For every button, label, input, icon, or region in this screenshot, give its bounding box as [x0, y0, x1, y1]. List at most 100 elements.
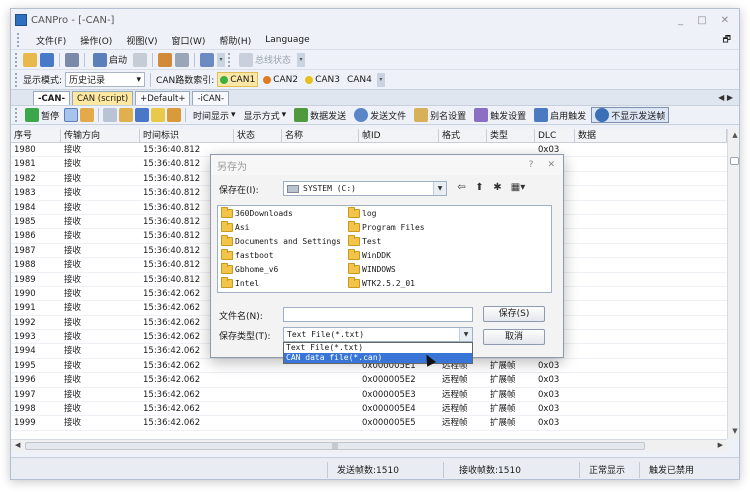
column-header[interactable]: 格式	[439, 129, 487, 142]
menu-view[interactable]: 视图(V)	[126, 34, 157, 47]
toolbar2-overflow-icon[interactable]: ▾	[297, 52, 306, 67]
filter-icon[interactable]	[167, 108, 182, 122]
menu-window[interactable]: 窗口(W)	[172, 34, 206, 47]
vertical-scrollbar[interactable]: ▲ ▼	[727, 129, 739, 439]
up-folder-icon[interactable]: ⬆	[473, 182, 486, 194]
help-icon[interactable]	[200, 52, 215, 67]
folder-item[interactable]: 360Downloads	[221, 207, 293, 218]
toolbar-overflow-icon[interactable]: ▾	[217, 52, 226, 67]
maximize-button[interactable]: □	[697, 15, 706, 26]
folder-item[interactable]: WinDDK	[348, 249, 391, 260]
pause-button[interactable]: 暂停	[22, 107, 62, 123]
display-mode-select[interactable]: 历史记录 ▾	[65, 72, 146, 87]
folder-item[interactable]: Asi	[221, 221, 249, 232]
column-header[interactable]: 类型	[487, 129, 535, 142]
open-icon[interactable]	[23, 52, 37, 67]
cancel-button[interactable]: 取消	[483, 329, 545, 345]
start-button[interactable]: 启动	[90, 52, 130, 68]
folder-item[interactable]: Documents and Settings	[221, 235, 341, 246]
filename-input[interactable]	[283, 307, 473, 322]
folder-item[interactable]: WTK2.5.2_01	[348, 277, 415, 288]
restore-child-icon[interactable]: 🗗	[723, 32, 739, 48]
back-icon[interactable]: ⇦	[455, 182, 468, 194]
enable-trigger-button[interactable]: 启用触发	[531, 107, 589, 123]
menu-file[interactable]: 文件(F)	[36, 34, 66, 47]
filetype-select[interactable]: Text File(*.txt) ▼	[283, 327, 473, 342]
table-row[interactable]: 1999 接收 15:36:42.062 0x000005E5 远程帧 扩展帧 0x03	[11, 416, 727, 431]
close-button[interactable]: ✕	[721, 15, 729, 26]
folder-item[interactable]: Test	[348, 235, 381, 246]
display-method-button[interactable]: 显示方式 ▾	[241, 107, 290, 123]
alias-button[interactable]: 别名设置	[411, 107, 469, 123]
column-header[interactable]: 传输方向	[61, 129, 140, 142]
column-header[interactable]: 时间标识	[140, 129, 234, 142]
chevron-down-icon[interactable]: ▼	[433, 182, 446, 195]
column-header[interactable]: DLC	[535, 129, 575, 142]
scroll-up-icon[interactable]: ▲	[730, 131, 739, 141]
info-icon[interactable]	[175, 52, 190, 67]
menu-operation[interactable]: 操作(O)	[80, 34, 112, 47]
folder-item[interactable]: fastboot	[221, 249, 274, 260]
tools-icon[interactable]	[65, 52, 79, 67]
send-file-button[interactable]: 发送文件	[351, 107, 409, 123]
send-data-button[interactable]: 数据发送	[291, 107, 349, 123]
tab-default[interactable]: +Default+	[135, 91, 191, 105]
folder-item[interactable]: log	[348, 207, 376, 218]
scroll-left-icon[interactable]: ◀	[15, 441, 20, 449]
save-as-dialog: 另存为 ? ✕ 保存在(I): SYSTEM (C:) ▼ ⇦ ⬆ ✱ ▦▾ 3…	[210, 154, 564, 367]
tab-scroll-arrows[interactable]: ◀ ▶	[718, 93, 739, 102]
table-row[interactable]: 1997 接收 15:36:42.062 0x000005E3 远程帧 扩展帧 0x03	[11, 388, 727, 403]
channel-can1[interactable]: CAN1	[217, 72, 259, 87]
save-location-select[interactable]: SYSTEM (C:) ▼	[283, 181, 447, 196]
horizontal-scroll-thumb[interactable]: |||	[25, 442, 645, 450]
horizontal-scrollbar[interactable]: ◀ ||| ▶	[11, 439, 727, 452]
channel-can3[interactable]: CAN3	[303, 75, 342, 85]
tab-can[interactable]: -CAN-	[33, 91, 70, 105]
toolbar3-overflow-icon[interactable]: ▾	[376, 72, 385, 87]
bus-status-button[interactable]: 总线状态	[236, 52, 294, 68]
folder-item[interactable]: WINDOWS	[348, 263, 396, 274]
settings-icon[interactable]	[158, 52, 173, 67]
channel-can2[interactable]: CAN2	[261, 75, 300, 85]
folder-item[interactable]: Program Files	[348, 221, 425, 232]
column-header[interactable]: 名称	[282, 129, 359, 142]
scroll-right-icon[interactable]: ▶	[718, 441, 723, 449]
stop-icon[interactable]	[133, 52, 148, 67]
filetype-option-can[interactable]: CAN data file(*.can)	[284, 353, 472, 363]
menu-help[interactable]: 帮助(H)	[219, 34, 251, 47]
filetype-option-txt[interactable]: Text File(*.txt)	[284, 343, 472, 353]
export-icon[interactable]	[151, 108, 166, 122]
table-row[interactable]: 1996 接收 15:36:42.062 0x000005E2 远程帧 扩展帧 0x03	[11, 373, 727, 388]
channel-can4[interactable]: CAN4	[345, 75, 374, 85]
scroll-thumb[interactable]	[730, 157, 739, 165]
tab-ican[interactable]: -iCAN-	[192, 91, 230, 105]
save-icon[interactable]	[40, 52, 54, 67]
table-row[interactable]: 1998 接收 15:36:42.062 0x000005E4 远程帧 扩展帧 0x03	[11, 402, 727, 417]
column-header[interactable]: 帧ID	[359, 129, 439, 142]
time-display-button[interactable]: 时间显示 ▾	[190, 107, 239, 123]
hide-send-frames-button[interactable]: 不显示发送帧	[591, 107, 670, 123]
dialog-close-button[interactable]: ✕	[547, 160, 555, 170]
folder-item[interactable]: Intel	[221, 277, 259, 288]
table-cell	[282, 402, 359, 415]
folder-icon[interactable]	[119, 108, 134, 122]
save-data-icon[interactable]	[135, 108, 150, 122]
column-header[interactable]: 状态	[234, 129, 282, 142]
column-header[interactable]: 数据	[575, 129, 727, 142]
save-button[interactable]: 保存(S)	[483, 306, 545, 322]
view-menu-icon[interactable]: ▦▾	[509, 182, 527, 194]
column-header[interactable]: 序号	[11, 129, 61, 142]
dialog-help-button[interactable]: ?	[529, 160, 534, 170]
scroll-down-icon[interactable]: ▼	[730, 427, 739, 437]
trigger-settings-button[interactable]: 触发设置	[471, 107, 529, 123]
person-icon[interactable]	[80, 108, 95, 122]
menu-language[interactable]: Language	[265, 35, 309, 45]
minimize-button[interactable]: _	[678, 15, 683, 26]
tab-can-script[interactable]: CAN (script)	[72, 91, 134, 105]
chevron-down-icon[interactable]: ▼	[459, 328, 472, 341]
folder-item[interactable]: Gbhome_v6	[221, 263, 278, 274]
folder-icon	[348, 221, 360, 232]
refresh-icon[interactable]	[64, 108, 79, 122]
new-folder-icon[interactable]: ✱	[491, 182, 504, 194]
copy-icon[interactable]	[103, 108, 118, 122]
